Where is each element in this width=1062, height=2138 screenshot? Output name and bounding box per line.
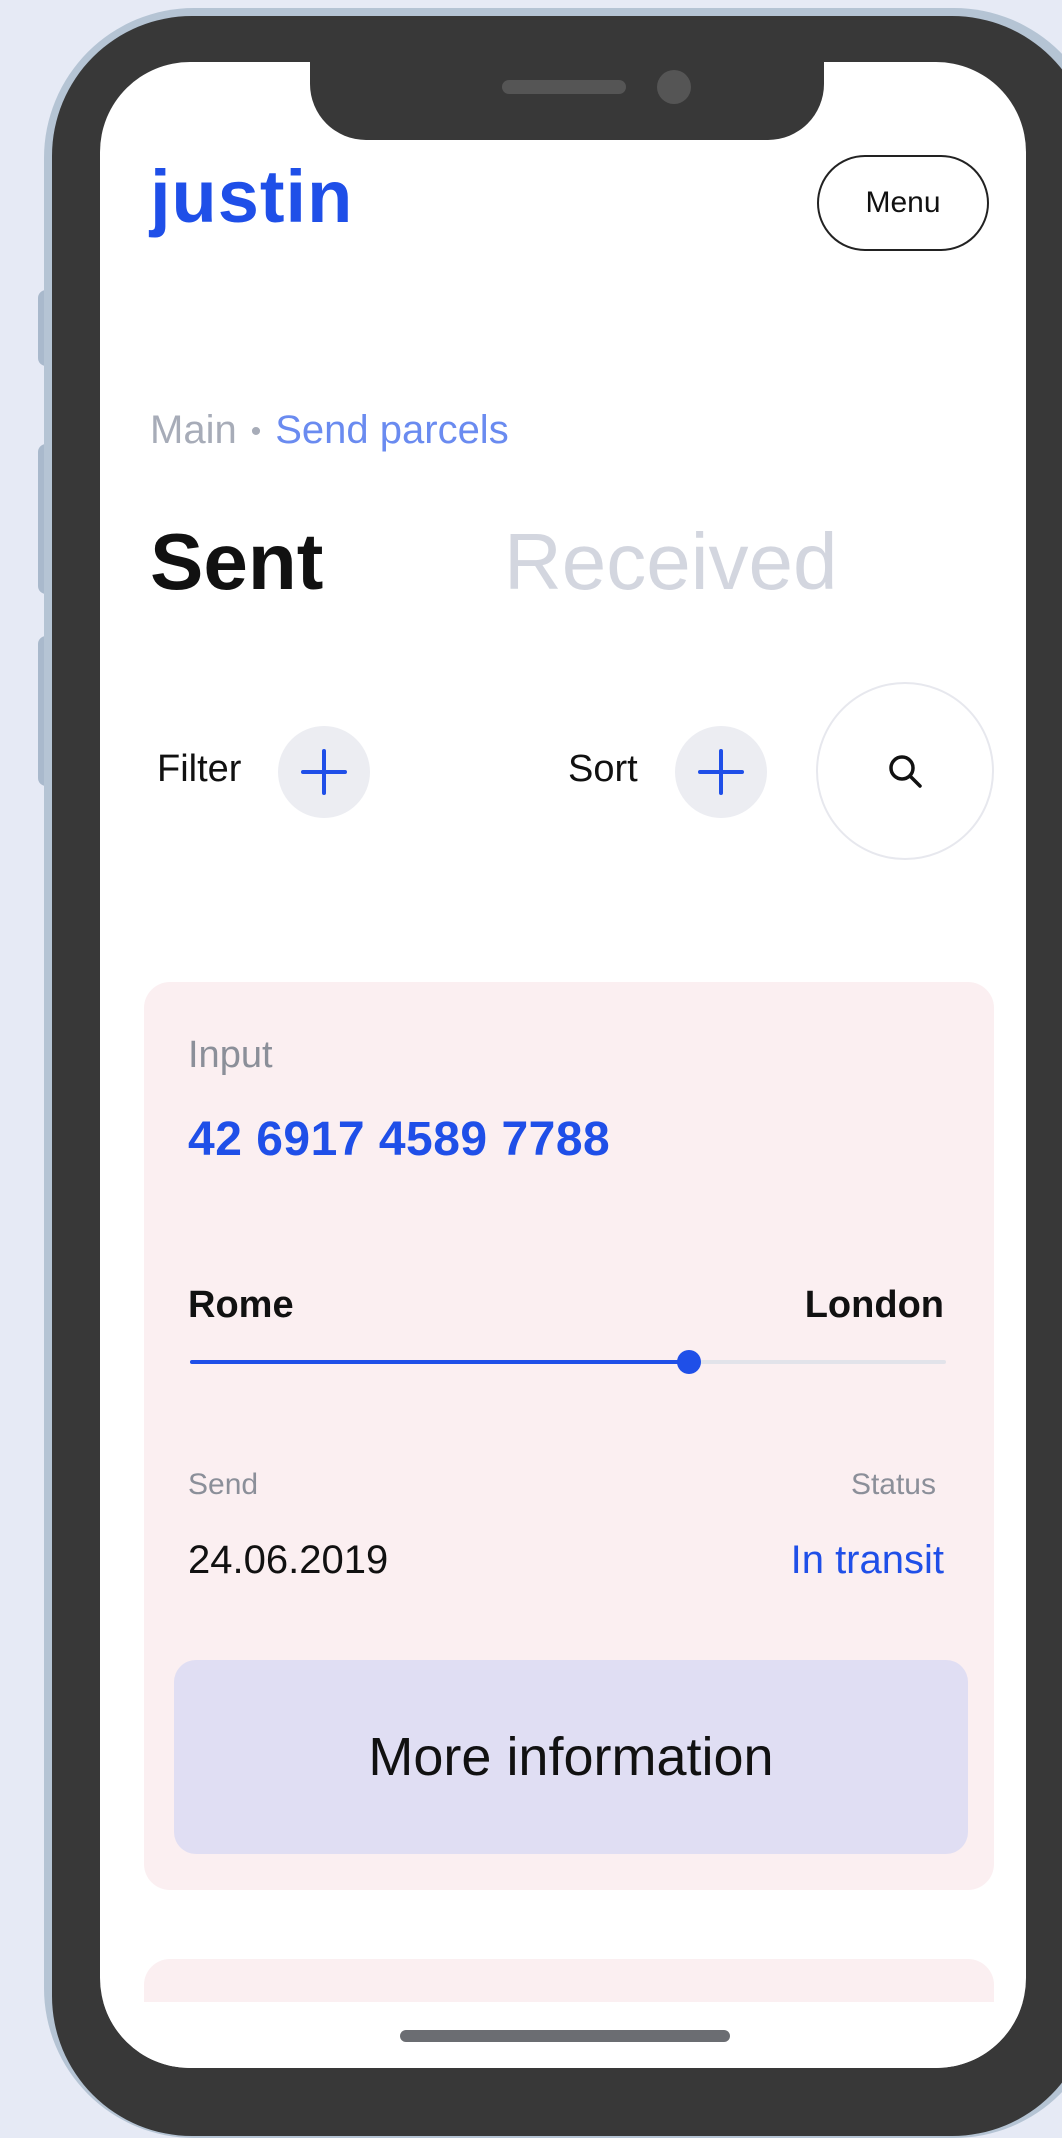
breadcrumb-current[interactable]: Send parcels xyxy=(275,408,508,452)
plus-icon xyxy=(301,749,347,795)
filter-add-button[interactable] xyxy=(278,726,370,818)
search-icon xyxy=(889,755,922,788)
send-date-value: 24.06.2019 xyxy=(188,1538,389,1582)
menu-button[interactable]: Menu xyxy=(817,155,989,251)
sort-add-button[interactable] xyxy=(675,726,767,818)
filter-label[interactable]: Filter xyxy=(157,748,241,791)
parcel-tracking-number[interactable]: 42 6917 4589 7788 xyxy=(188,1112,610,1167)
route-destination: London xyxy=(804,1284,944,1326)
send-date-label: Send xyxy=(188,1468,259,1501)
route-progress-marker xyxy=(676,1350,701,1374)
phone-screen: justin Menu Main • Send parcels Sent Recei… xyxy=(100,62,1026,2068)
breadcrumb: Main • Send parcels xyxy=(150,408,509,453)
route-progress-track xyxy=(190,1350,946,1374)
route-origin: Rome xyxy=(188,1284,294,1326)
sort-label[interactable]: Sort xyxy=(568,748,638,791)
parcel-card: Input 42 6917 4589 7788 Rome London Send… xyxy=(144,982,994,1890)
brand-logo[interactable]: justin xyxy=(150,154,353,239)
phone-notch xyxy=(310,62,824,140)
tab-sent[interactable]: Sent xyxy=(150,516,323,608)
plus-icon xyxy=(698,749,744,795)
tab-received[interactable]: Received xyxy=(504,516,838,608)
home-indicator[interactable] xyxy=(400,2030,730,2042)
breadcrumb-separator: • xyxy=(250,415,262,449)
breadcrumb-main-link[interactable]: Main xyxy=(150,408,237,452)
speaker-grille xyxy=(502,80,626,94)
status-label: Status xyxy=(850,1468,936,1501)
parcel-label: Input xyxy=(188,1034,273,1076)
front-camera xyxy=(657,70,691,104)
search-button[interactable] xyxy=(816,682,994,860)
more-information-button[interactable]: More information xyxy=(174,1660,968,1854)
status-value: In transit xyxy=(790,1538,944,1582)
route-progress-fill xyxy=(190,1360,689,1364)
